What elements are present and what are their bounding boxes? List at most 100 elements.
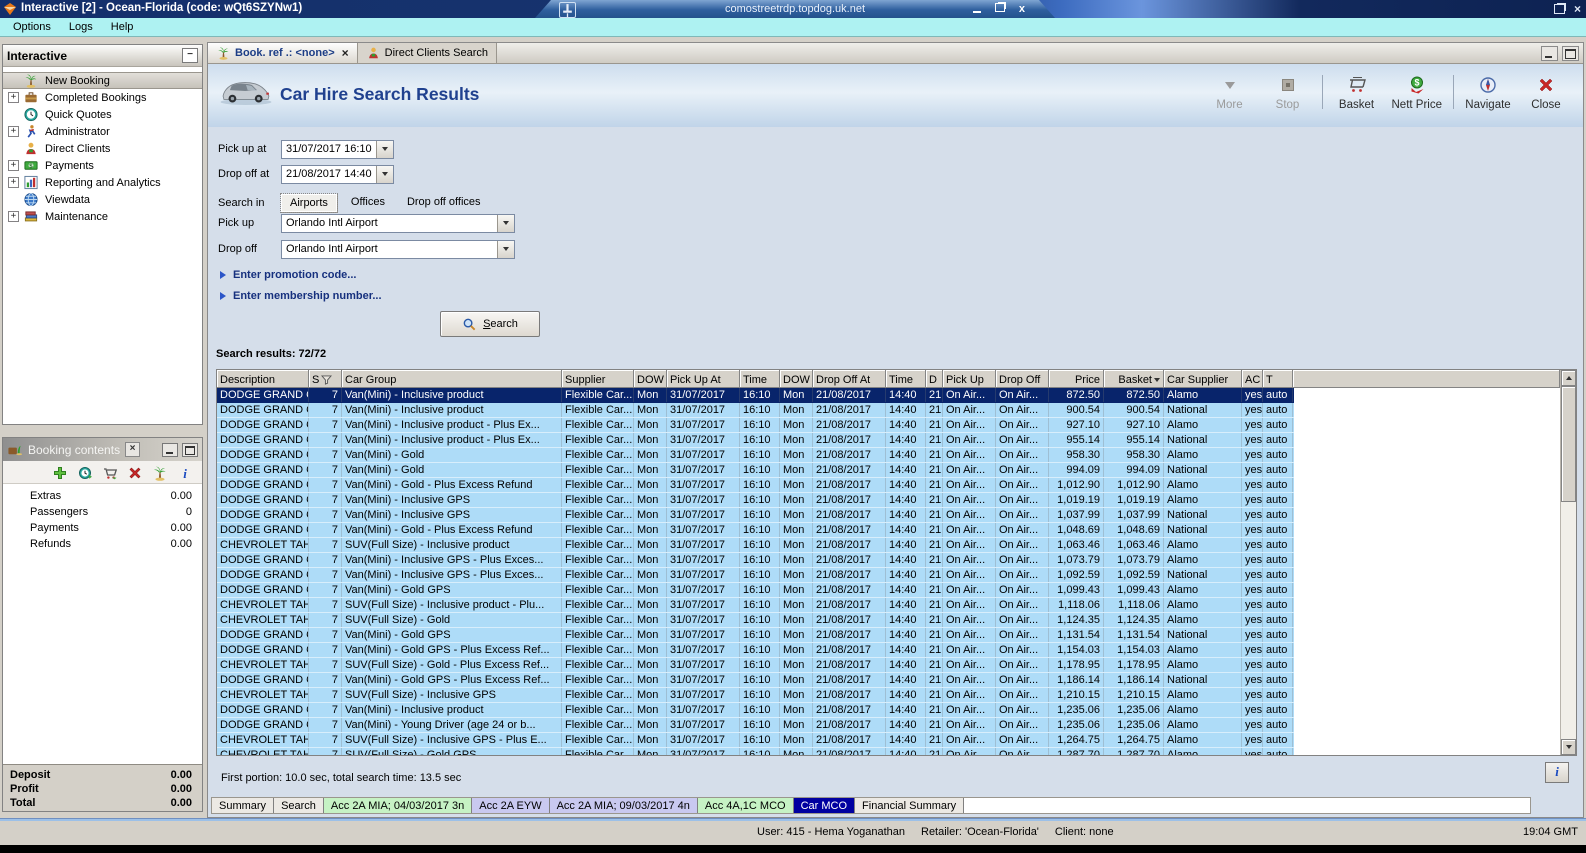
sidebar-item-payments[interactable]: + $ Payments: [3, 157, 202, 174]
search-in-offices[interactable]: Offices: [343, 194, 393, 212]
collapse-panel-button[interactable]: −: [182, 48, 198, 63]
result-row[interactable]: DODGE GRAND CAR...7Van(Mini) - Gold GPSF…: [217, 628, 1294, 643]
result-row[interactable]: DODGE GRAND CAR...7Van(Mini) - Gold - Pl…: [217, 523, 1294, 538]
document-tab[interactable]: Direct Clients Search: [357, 43, 497, 63]
cart-button[interactable]: [102, 465, 118, 480]
filter-icon[interactable]: [321, 374, 333, 385]
column-header-dow[interactable]: DOW: [780, 370, 813, 388]
result-row[interactable]: DODGE GRAND CAR...7Van(Mini) - Inclusive…: [217, 493, 1294, 508]
result-row[interactable]: DODGE GRAND CAR...7Van(Mini) - Gold GPS …: [217, 673, 1294, 688]
column-header-pick-up-at[interactable]: Pick Up At: [667, 370, 740, 388]
booking-contents-minimize-button[interactable]: [162, 442, 178, 457]
menu-logs[interactable]: Logs: [60, 19, 102, 35]
result-row[interactable]: DODGE GRAND CAR...7Van(Mini) - Inclusive…: [217, 508, 1294, 523]
expand-toggle-icon[interactable]: +: [8, 126, 19, 137]
column-header-description[interactable]: Description: [217, 370, 309, 388]
expand-toggle-icon[interactable]: +: [8, 211, 19, 222]
panel-maximize-button[interactable]: [1562, 45, 1579, 61]
result-row[interactable]: DODGE GRAND CAR...7Van(Mini) - Inclusive…: [217, 553, 1294, 568]
result-row[interactable]: CHEVROLET TAHOE ...7SUV(Full Size) - Gol…: [217, 658, 1294, 673]
column-header-supplier[interactable]: Supplier: [562, 370, 634, 388]
search-button[interactable]: Search: [440, 311, 540, 337]
bottom-tab-acc-2a-eyw[interactable]: Acc 2A EYW: [472, 798, 550, 813]
rdp-close-button[interactable]: x: [1019, 3, 1025, 15]
column-header-ac[interactable]: AC: [1242, 370, 1263, 388]
tab-close-icon[interactable]: ×: [342, 46, 349, 60]
column-header-drop-off-at[interactable]: Drop Off At: [813, 370, 886, 388]
column-header-dow[interactable]: DOW: [634, 370, 667, 388]
column-header-car-group[interactable]: Car Group: [342, 370, 562, 388]
result-row[interactable]: DODGE GRAND CAR...7Van(Mini) - Gold - Pl…: [217, 478, 1294, 493]
document-tab[interactable]: Book. ref .: <none> ×: [208, 43, 358, 63]
sidebar-item-viewdata[interactable]: Viewdata: [3, 191, 202, 208]
booking-contents-row[interactable]: Passengers 0: [3, 504, 202, 520]
sidebar-item-administrator[interactable]: + Administrator: [3, 123, 202, 140]
bottom-tab-search[interactable]: Search: [274, 798, 324, 813]
panel-minimize-button[interactable]: [1541, 45, 1558, 61]
result-row[interactable]: DODGE GRAND CAR...7Van(Mini) - Inclusive…: [217, 388, 1294, 403]
sidebar-item-direct-clients[interactable]: Direct Clients: [3, 140, 202, 157]
info-button[interactable]: i: [1545, 762, 1569, 783]
bottom-tab-acc-2a-mia-04-03-2017-3n[interactable]: Acc 2A MIA; 04/03/2017 3n: [323, 798, 473, 813]
booking-contents-row[interactable]: Payments 0.00: [3, 520, 202, 536]
column-header-time[interactable]: Time: [886, 370, 926, 388]
dropdown-arrow-icon[interactable]: [376, 165, 393, 183]
result-row[interactable]: CHEVROLET TAHOE ...7SUV(Full Size) - Inc…: [217, 538, 1294, 553]
navigate-button[interactable]: Navigate: [1459, 73, 1517, 111]
result-row[interactable]: DODGE GRAND CAR...7Van(Mini) - GoldFlexi…: [217, 463, 1294, 478]
booking-contents-maximize-button[interactable]: [182, 442, 198, 457]
expand-toggle-icon[interactable]: +: [8, 160, 19, 171]
result-row[interactable]: DODGE GRAND CAR...7Van(Mini) - Inclusive…: [217, 433, 1294, 448]
dropdown-arrow-icon[interactable]: [497, 240, 514, 258]
dropdown-arrow-icon[interactable]: [376, 140, 393, 158]
search-in-airports[interactable]: Airports: [280, 193, 338, 213]
result-row[interactable]: CHEVROLET TAHOE ...7SUV(Full Size) - Gol…: [217, 613, 1294, 628]
window-close-button[interactable]: ×: [1574, 2, 1581, 16]
dropdown-arrow-icon[interactable]: [497, 214, 514, 232]
column-header-s[interactable]: S: [309, 370, 342, 388]
column-header-t[interactable]: T: [1263, 370, 1293, 388]
result-row[interactable]: DODGE GRAND CAR...7Van(Mini) - Gold GPSF…: [217, 583, 1294, 598]
sidebar-item-reporting-and-analytics[interactable]: + Reporting and Analytics: [3, 174, 202, 191]
result-row[interactable]: CHEVROLET TAHOE ...7SUV(Full Size) - Inc…: [217, 688, 1294, 703]
result-row[interactable]: DODGE GRAND CAR...7Van(Mini) - Inclusive…: [217, 703, 1294, 718]
scroll-down-button[interactable]: [1561, 739, 1576, 755]
info-button[interactable]: i: [177, 465, 193, 481]
result-row[interactable]: DODGE GRAND CAR...7Van(Mini) - Gold GPS …: [217, 643, 1294, 658]
column-header-price[interactable]: Price: [1049, 370, 1104, 388]
bottom-tab-acc-4a-1c-mco[interactable]: Acc 4A,1C MCO: [697, 798, 794, 813]
refresh-button[interactable]: [77, 465, 93, 480]
expand-toggle-icon[interactable]: +: [8, 92, 19, 103]
bottom-tab-financial-summary[interactable]: Financial Summary: [855, 798, 965, 813]
result-row[interactable]: CHEVROLET TAHOE ...7SUV(Full Size) - Inc…: [217, 598, 1294, 613]
booking-contents-row[interactable]: Refunds 0.00: [3, 536, 202, 552]
bottom-tab-car-mco[interactable]: Car MCO: [793, 798, 856, 813]
window-restore-button[interactable]: [1553, 4, 1565, 14]
add-button[interactable]: [52, 465, 68, 480]
scrollbar-thumb[interactable]: [1561, 386, 1576, 502]
booking-contents-close-icon[interactable]: ×: [125, 442, 141, 457]
result-row[interactable]: DODGE GRAND CAR...7Van(Mini) - Young Dri…: [217, 718, 1294, 733]
result-row[interactable]: DODGE GRAND CAR...7Van(Mini) - Inclusive…: [217, 403, 1294, 418]
sidebar-item-maintenance[interactable]: + Maintenance: [3, 208, 202, 225]
column-header-car-supplier[interactable]: Car Supplier: [1164, 370, 1242, 388]
pin-icon[interactable]: [559, 2, 576, 18]
bottom-tab-acc-2a-mia-09-03-2017-4n[interactable]: Acc 2A MIA; 09/03/2017 4n: [549, 798, 698, 813]
bottom-tab-summary[interactable]: Summary: [212, 798, 275, 813]
result-row[interactable]: DODGE GRAND CAR...7Van(Mini) - Inclusive…: [217, 568, 1294, 583]
result-row[interactable]: DODGE GRAND CAR...7Van(Mini) - GoldFlexi…: [217, 448, 1294, 463]
nett-price-button[interactable]: $ Nett Price: [1386, 73, 1449, 111]
promo-code-expander[interactable]: Enter promotion code...: [220, 269, 356, 281]
column-header-d[interactable]: D: [926, 370, 943, 388]
rdp-restore-button[interactable]: [994, 3, 1005, 15]
vertical-scrollbar[interactable]: [1560, 370, 1576, 755]
result-row[interactable]: CHEVROLET TAHOE ...7SUV(Full Size) - Gol…: [217, 748, 1294, 755]
menu-options[interactable]: Options: [4, 19, 60, 35]
sidebar-item-new-booking[interactable]: New Booking: [3, 72, 202, 89]
column-header-pick-up[interactable]: Pick Up: [943, 370, 996, 388]
search-in-drop-off-offices[interactable]: Drop off offices: [399, 194, 489, 212]
result-row[interactable]: CHEVROLET TAHOE ...7SUV(Full Size) - Inc…: [217, 733, 1294, 748]
column-header-time[interactable]: Time: [740, 370, 780, 388]
booking-contents-row[interactable]: Extras 0.00: [3, 488, 202, 504]
rdp-minimize-button[interactable]: [972, 3, 981, 16]
